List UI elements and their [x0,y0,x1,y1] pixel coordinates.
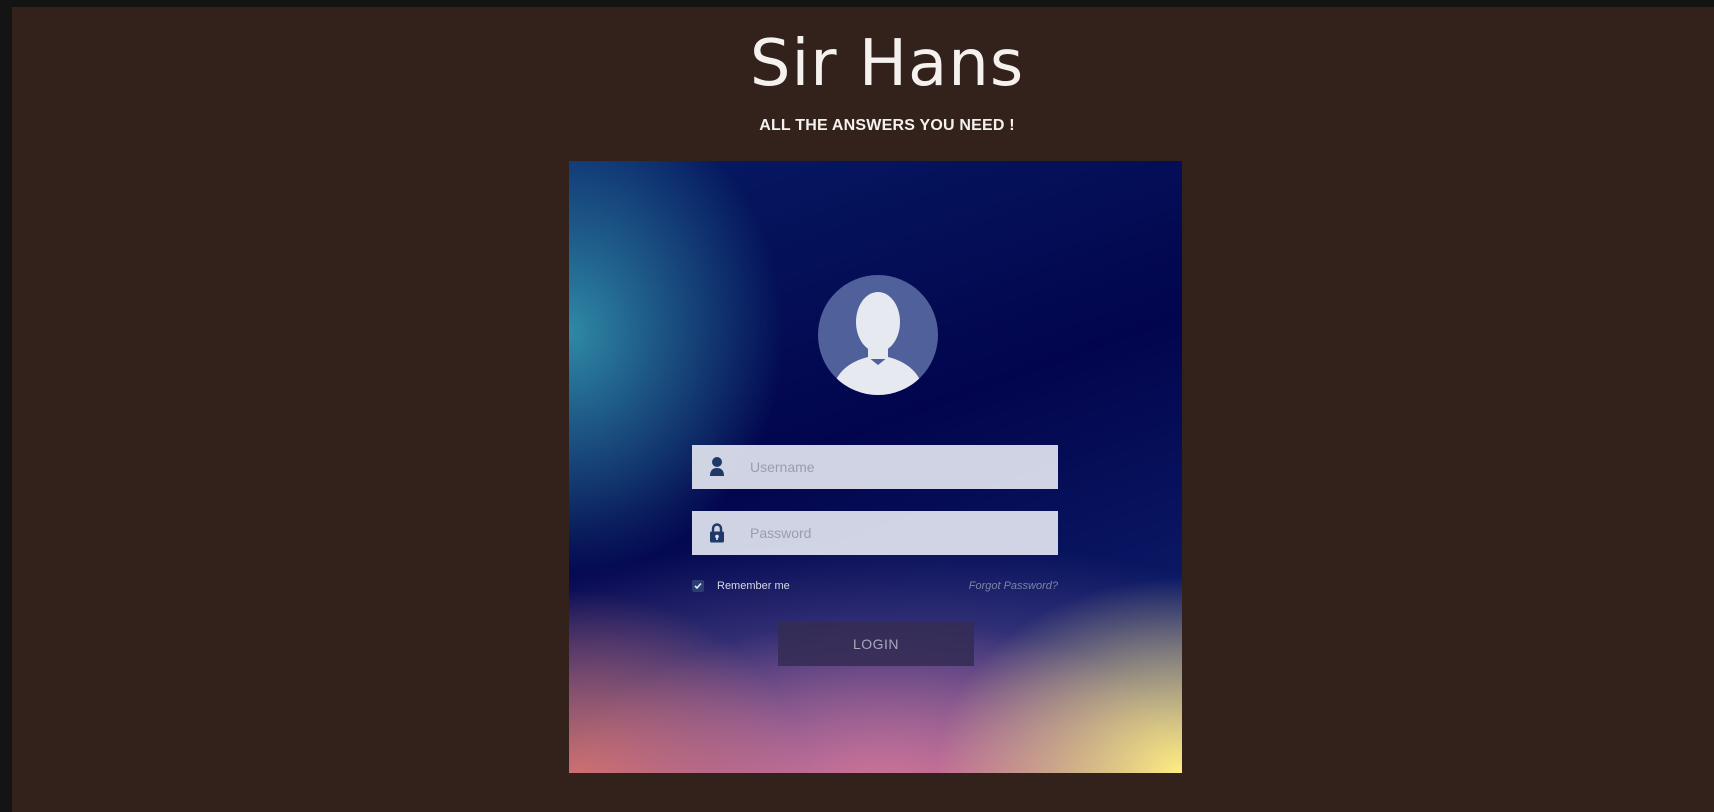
remember-me-checkbox[interactable] [692,580,704,592]
user-silhouette-icon [818,275,938,395]
remember-me-row: Remember me [692,579,790,593]
username-input[interactable] [750,445,1050,489]
login-card: Remember me Forgot Password? LOGIN [569,161,1182,773]
user-icon [709,456,725,478]
checkmark-icon [694,582,702,590]
remember-me-label[interactable]: Remember me [717,579,790,593]
page-background: Sir Hans ALL THE ANSWERS YOU NEED ! User… [12,7,1714,812]
password-field-container [692,511,1058,555]
forgot-password-link[interactable]: Forgot Password? [969,579,1058,593]
site-tagline: ALL THE ANSWERS YOU NEED ! [759,117,1015,134]
login-button[interactable]: LOGIN [778,622,974,666]
password-input[interactable] [750,511,1050,555]
site-title: Sir Hans [749,27,1025,101]
lock-icon [709,522,725,544]
username-field-container [692,445,1058,489]
